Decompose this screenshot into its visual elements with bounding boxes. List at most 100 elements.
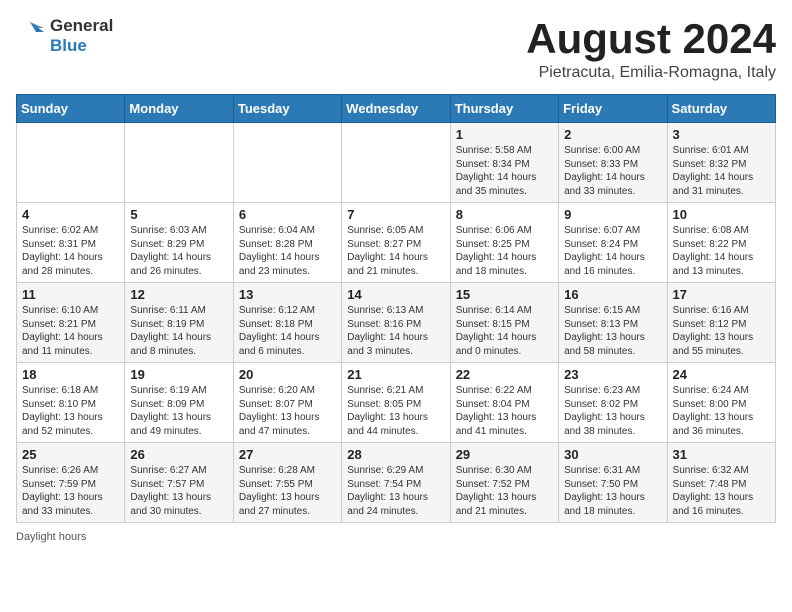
calendar-cell: 14 Sunrise: 6:13 AM Sunset: 8:16 PM Dayli… <box>342 283 450 363</box>
calendar-cell <box>125 123 233 203</box>
logo-bird-icon <box>16 18 46 54</box>
calendar-title: August 2024 <box>526 16 776 62</box>
calendar-cell: 23 Sunrise: 6:23 AM Sunset: 8:02 PM Dayli… <box>559 363 667 443</box>
page-header: General Blue August 2024 Pietracuta, Emi… <box>16 16 776 82</box>
day-number: 23 <box>564 367 661 382</box>
calendar-cell: 15 Sunrise: 6:14 AM Sunset: 8:15 PM Dayli… <box>450 283 558 363</box>
calendar-location: Pietracuta, Emilia-Romagna, Italy <box>526 64 776 82</box>
calendar-cell: 16Sunrise: 6:15 AM Sunset: 8:13 PM Dayli… <box>559 283 667 363</box>
day-info: Sunrise: 5:58 AM Sunset: 8:34 PM Dayligh… <box>456 144 553 198</box>
day-number: 22 <box>456 367 553 382</box>
day-number: 1 <box>456 127 553 142</box>
calendar-cell: 27 Sunrise: 6:28 AM Sunset: 7:55 PM Dayli… <box>233 443 341 523</box>
calendar-cell: 28Sunrise: 6:29 AM Sunset: 7:54 PM Dayli… <box>342 443 450 523</box>
logo: General Blue <box>16 16 113 55</box>
day-info: Sunrise: 6:18 AM Sunset: 8:10 PM Dayligh… <box>22 384 119 438</box>
calendar-cell: 17Sunrise: 6:16 AM Sunset: 8:12 PM Dayli… <box>667 283 775 363</box>
calendar-cell: 12 Sunrise: 6:11 AM Sunset: 8:19 PM Dayli… <box>125 283 233 363</box>
day-info: Sunrise: 6:12 AM Sunset: 8:18 PM Dayligh… <box>239 304 336 358</box>
day-number: 3 <box>673 127 770 142</box>
day-number: 15 <box>456 287 553 302</box>
calendar-cell: 4 Sunrise: 6:02 AM Sunset: 8:31 PM Daylig… <box>17 203 125 283</box>
day-number: 9 <box>564 207 661 222</box>
day-number: 4 <box>22 207 119 222</box>
calendar-cell: 8 Sunrise: 6:06 AM Sunset: 8:25 PM Daylig… <box>450 203 558 283</box>
day-info: Sunrise: 6:01 AM Sunset: 8:32 PM Dayligh… <box>673 144 770 198</box>
day-info: Sunrise: 6:02 AM Sunset: 8:31 PM Dayligh… <box>22 224 119 278</box>
calendar-cell: 25 Sunrise: 6:26 AM Sunset: 7:59 PM Dayli… <box>17 443 125 523</box>
calendar-cell: 10 Sunrise: 6:08 AM Sunset: 8:22 PM Dayli… <box>667 203 775 283</box>
day-of-week-header: Saturday <box>667 95 775 123</box>
day-of-week-header: Sunday <box>17 95 125 123</box>
day-of-week-header: Thursday <box>450 95 558 123</box>
day-number: 24 <box>673 367 770 382</box>
logo-blue-text: Blue <box>50 36 113 56</box>
calendar-cell: 22Sunrise: 6:22 AM Sunset: 8:04 PM Dayli… <box>450 363 558 443</box>
day-number: 31 <box>673 447 770 462</box>
day-info: Sunrise: 6:13 AM Sunset: 8:16 PM Dayligh… <box>347 304 444 358</box>
day-info: Sunrise: 6:14 AM Sunset: 8:15 PM Dayligh… <box>456 304 553 358</box>
day-info: Sunrise: 6:06 AM Sunset: 8:25 PM Dayligh… <box>456 224 553 278</box>
footer-note: Daylight hours <box>16 531 776 543</box>
calendar-cell: 6 Sunrise: 6:04 AM Sunset: 8:28 PM Daylig… <box>233 203 341 283</box>
calendar-cell: 19 Sunrise: 6:19 AM Sunset: 8:09 PM Dayli… <box>125 363 233 443</box>
day-number: 26 <box>130 447 227 462</box>
day-info: Sunrise: 6:00 AM Sunset: 8:33 PM Dayligh… <box>564 144 661 198</box>
calendar-table: SundayMondayTuesdayWednesdayThursdayFrid… <box>16 94 776 523</box>
day-info: Sunrise: 6:10 AM Sunset: 8:21 PM Dayligh… <box>22 304 119 358</box>
calendar-cell: 1 Sunrise: 5:58 AM Sunset: 8:34 PM Daylig… <box>450 123 558 203</box>
day-info: Sunrise: 6:03 AM Sunset: 8:29 PM Dayligh… <box>130 224 227 278</box>
calendar-cell: 26 Sunrise: 6:27 AM Sunset: 7:57 PM Dayli… <box>125 443 233 523</box>
day-number: 25 <box>22 447 119 462</box>
day-number: 27 <box>239 447 336 462</box>
calendar-cell: 29Sunrise: 6:30 AM Sunset: 7:52 PM Dayli… <box>450 443 558 523</box>
day-number: 12 <box>130 287 227 302</box>
day-number: 2 <box>564 127 661 142</box>
day-info: Sunrise: 6:11 AM Sunset: 8:19 PM Dayligh… <box>130 304 227 358</box>
logo-general-text: General <box>50 16 113 36</box>
day-number: 19 <box>130 367 227 382</box>
calendar-cell: 31 Sunrise: 6:32 AM Sunset: 7:48 PM Dayli… <box>667 443 775 523</box>
day-info: Sunrise: 6:23 AM Sunset: 8:02 PM Dayligh… <box>564 384 661 438</box>
calendar-cell: 11Sunrise: 6:10 AM Sunset: 8:21 PM Dayli… <box>17 283 125 363</box>
calendar-cell: 7Sunrise: 6:05 AM Sunset: 8:27 PM Daylig… <box>342 203 450 283</box>
calendar-cell: 20 Sunrise: 6:20 AM Sunset: 8:07 PM Dayli… <box>233 363 341 443</box>
day-info: Sunrise: 6:21 AM Sunset: 8:05 PM Dayligh… <box>347 384 444 438</box>
calendar-cell: 21 Sunrise: 6:21 AM Sunset: 8:05 PM Dayli… <box>342 363 450 443</box>
calendar-cell <box>233 123 341 203</box>
day-number: 10 <box>673 207 770 222</box>
calendar-cell: 18 Sunrise: 6:18 AM Sunset: 8:10 PM Dayli… <box>17 363 125 443</box>
title-block: August 2024 Pietracuta, Emilia-Romagna, … <box>526 16 776 82</box>
day-number: 13 <box>239 287 336 302</box>
day-info: Sunrise: 6:24 AM Sunset: 8:00 PM Dayligh… <box>673 384 770 438</box>
day-info: Sunrise: 6:29 AM Sunset: 7:54 PM Dayligh… <box>347 464 444 518</box>
day-number: 20 <box>239 367 336 382</box>
day-info: Sunrise: 6:04 AM Sunset: 8:28 PM Dayligh… <box>239 224 336 278</box>
day-info: Sunrise: 6:28 AM Sunset: 7:55 PM Dayligh… <box>239 464 336 518</box>
calendar-cell: 9 Sunrise: 6:07 AM Sunset: 8:24 PM Daylig… <box>559 203 667 283</box>
day-of-week-header: Tuesday <box>233 95 341 123</box>
day-info: Sunrise: 6:32 AM Sunset: 7:48 PM Dayligh… <box>673 464 770 518</box>
day-number: 17 <box>673 287 770 302</box>
day-info: Sunrise: 6:15 AM Sunset: 8:13 PM Dayligh… <box>564 304 661 358</box>
day-number: 5 <box>130 207 227 222</box>
day-number: 18 <box>22 367 119 382</box>
day-number: 6 <box>239 207 336 222</box>
day-info: Sunrise: 6:08 AM Sunset: 8:22 PM Dayligh… <box>673 224 770 278</box>
day-info: Sunrise: 6:19 AM Sunset: 8:09 PM Dayligh… <box>130 384 227 438</box>
day-info: Sunrise: 6:26 AM Sunset: 7:59 PM Dayligh… <box>22 464 119 518</box>
day-number: 8 <box>456 207 553 222</box>
day-info: Sunrise: 6:31 AM Sunset: 7:50 PM Dayligh… <box>564 464 661 518</box>
calendar-cell: 2 Sunrise: 6:00 AM Sunset: 8:33 PM Daylig… <box>559 123 667 203</box>
day-info: Sunrise: 6:07 AM Sunset: 8:24 PM Dayligh… <box>564 224 661 278</box>
day-number: 7 <box>347 207 444 222</box>
calendar-cell <box>342 123 450 203</box>
day-info: Sunrise: 6:20 AM Sunset: 8:07 PM Dayligh… <box>239 384 336 438</box>
day-number: 29 <box>456 447 553 462</box>
day-info: Sunrise: 6:27 AM Sunset: 7:57 PM Dayligh… <box>130 464 227 518</box>
day-number: 14 <box>347 287 444 302</box>
day-number: 30 <box>564 447 661 462</box>
day-number: 21 <box>347 367 444 382</box>
calendar-cell: 13 Sunrise: 6:12 AM Sunset: 8:18 PM Dayli… <box>233 283 341 363</box>
calendar-cell: 24 Sunrise: 6:24 AM Sunset: 8:00 PM Dayli… <box>667 363 775 443</box>
